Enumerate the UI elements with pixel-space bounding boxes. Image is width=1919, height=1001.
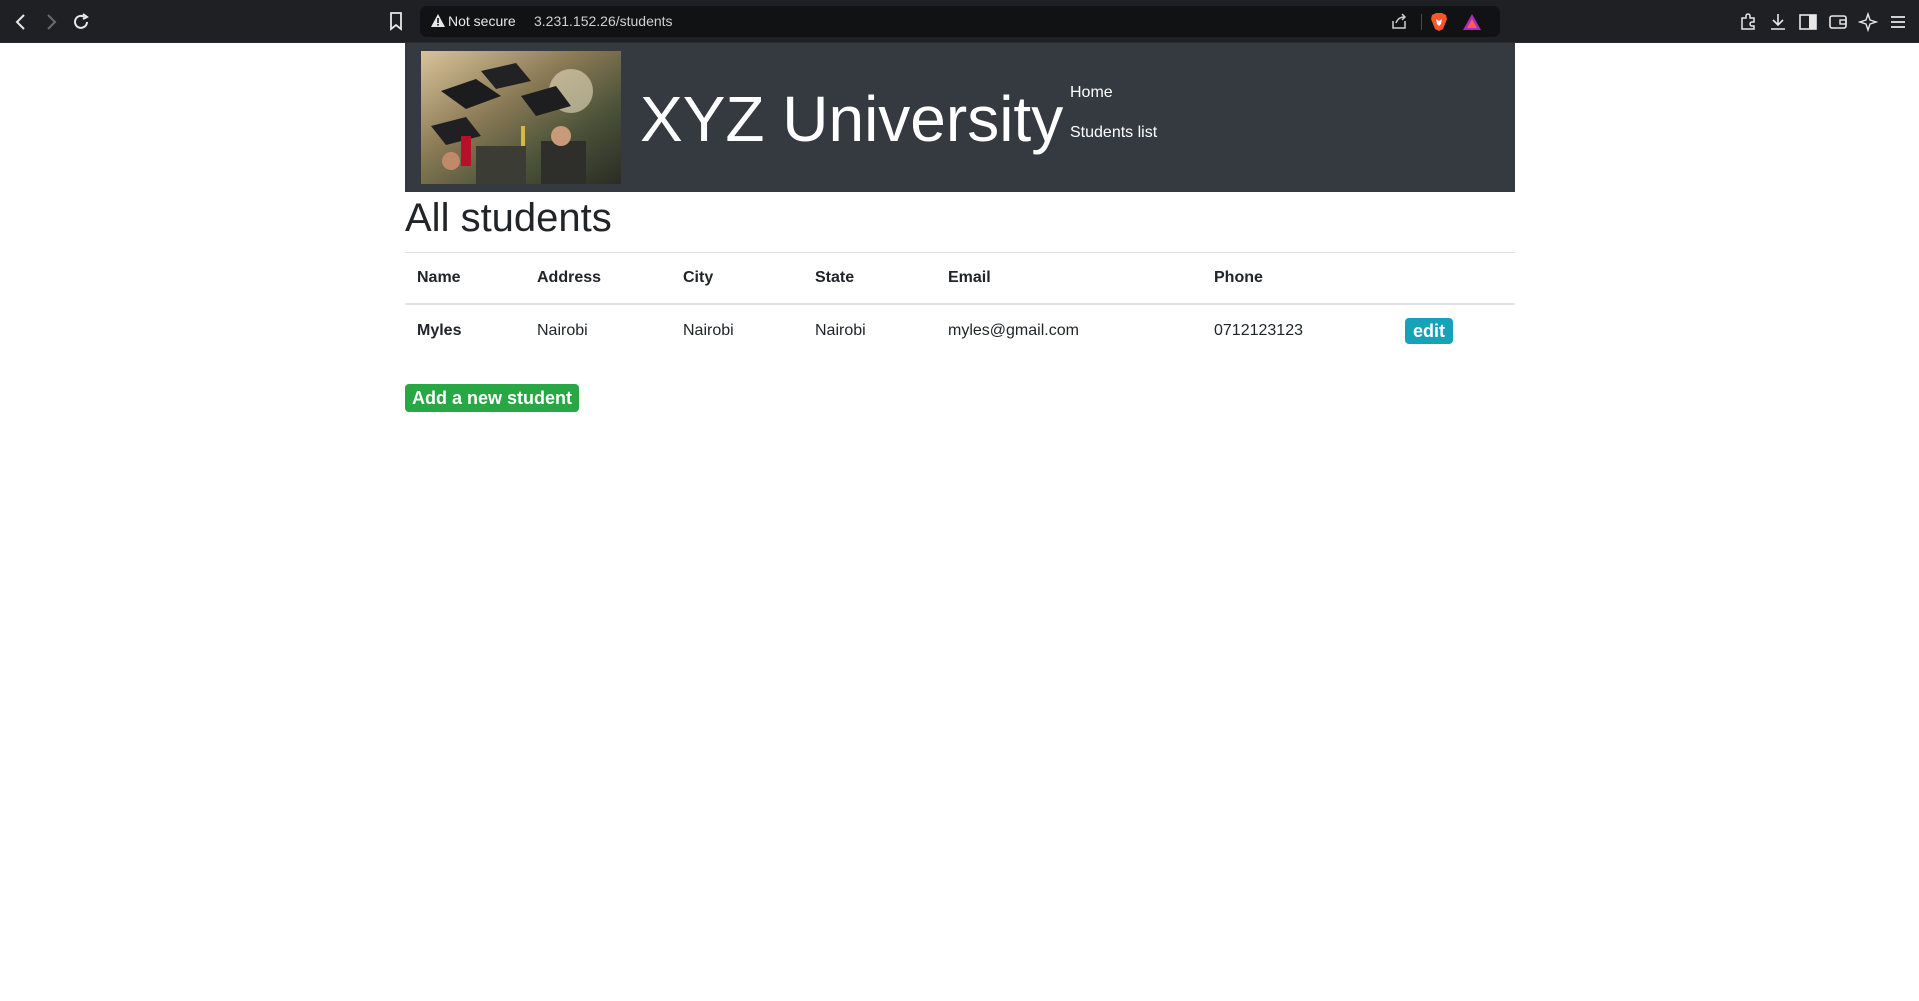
student-state-cell: Nairobi xyxy=(803,303,936,360)
reload-icon[interactable] xyxy=(69,10,93,34)
leo-ai-icon[interactable] xyxy=(1857,11,1879,33)
student-city-cell: Nairobi xyxy=(671,303,803,360)
student-email-cell: myles@gmail.com xyxy=(936,303,1202,360)
nav-students-list-link[interactable]: Students list xyxy=(1070,123,1157,143)
students-table: Name Address City State Email Phone Myle… xyxy=(405,252,1515,360)
back-icon[interactable] xyxy=(9,10,33,34)
column-header-city: City xyxy=(671,252,803,305)
download-icon[interactable] xyxy=(1768,12,1788,32)
forward-icon[interactable] xyxy=(39,10,63,34)
page-title: All students xyxy=(405,196,612,240)
column-header-name: Name xyxy=(405,252,525,305)
site-header: XYZ University Home Students list xyxy=(405,43,1515,192)
graduation-logo-image xyxy=(421,51,621,184)
extensions-icon[interactable] xyxy=(1738,12,1758,32)
warning-icon[interactable] xyxy=(430,13,446,29)
student-name-cell: Myles xyxy=(405,303,525,360)
table-header-row: Name Address City State Email Phone xyxy=(405,252,1515,305)
url-text[interactable]: 3.231.152.26/students xyxy=(534,13,673,29)
column-header-phone: Phone xyxy=(1202,252,1393,305)
main-nav: Home Students list xyxy=(1070,83,1157,163)
table-row: Myles Nairobi Nairobi Nairobi myles@gmai… xyxy=(405,303,1515,360)
edit-button[interactable]: edit xyxy=(1405,318,1454,344)
address-bar[interactable]: Not secure 3.231.152.26/students xyxy=(420,6,1500,37)
column-header-actions xyxy=(1393,252,1515,305)
student-phone-cell: 0712123123 xyxy=(1202,303,1393,360)
column-header-state: State xyxy=(803,252,936,305)
bookmark-icon[interactable] xyxy=(388,11,404,31)
student-address-cell: Nairobi xyxy=(525,303,671,360)
add-student-button[interactable]: Add a new student xyxy=(405,384,580,412)
column-header-address: Address xyxy=(525,252,671,305)
menu-icon[interactable] xyxy=(1888,12,1908,32)
wallet-icon[interactable] xyxy=(1828,12,1848,32)
share-icon[interactable] xyxy=(1390,13,1408,31)
brand-title[interactable]: XYZ University xyxy=(640,83,1063,155)
sidebar-icon[interactable] xyxy=(1798,12,1818,32)
student-actions-cell: edit xyxy=(1393,303,1515,360)
column-header-email: Email xyxy=(936,252,1202,305)
page-container: XYZ University Home Students list All st… xyxy=(405,43,1515,412)
divider xyxy=(1421,14,1422,30)
nav-home-link[interactable]: Home xyxy=(1070,83,1157,103)
security-status[interactable]: Not secure xyxy=(448,13,516,29)
browser-toolbar: Not secure 3.231.152.26/students xyxy=(0,0,1919,43)
rewards-icon[interactable] xyxy=(1462,13,1482,31)
brave-shields-icon[interactable] xyxy=(1430,12,1448,32)
